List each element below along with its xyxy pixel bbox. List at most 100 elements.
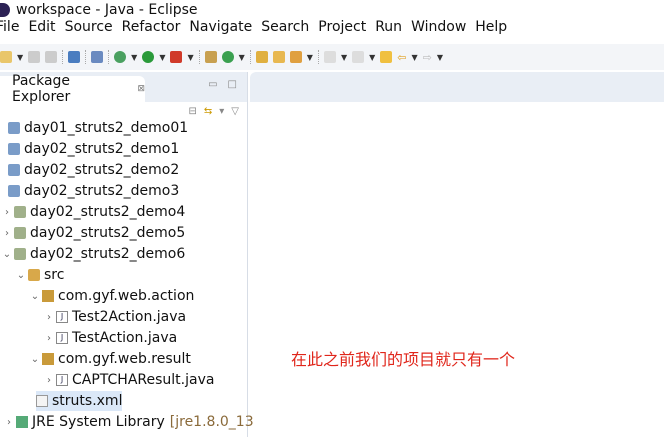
tree-item[interactable]: › day02_struts2_demo4 (0, 202, 185, 222)
search-pen-icon[interactable] (289, 51, 302, 63)
expand-arrow-icon[interactable]: › (2, 417, 16, 428)
new-package-icon[interactable] (204, 51, 217, 63)
back-arrow-icon[interactable]: ⇦ (397, 51, 406, 64)
expand-arrow-icon[interactable]: › (0, 207, 14, 218)
package-icon (42, 353, 54, 365)
tree-item[interactable]: day01_struts2_demo01 (8, 118, 188, 138)
collapse-all-icon[interactable]: ⊟ (188, 106, 196, 117)
tree-item[interactable]: ⌄ com.gyf.web.result (28, 349, 191, 369)
open-type-icon[interactable] (255, 51, 268, 63)
dropdown-icon[interactable]: ▼ (187, 53, 193, 62)
tree-item[interactable]: › JRE System Library [jre1.8.0_13 (2, 412, 254, 432)
tree-item-label: CAPTCHAResult.java (72, 372, 215, 388)
project-icon (8, 143, 20, 155)
project-icon (8, 164, 20, 176)
menu-project[interactable]: Project (318, 19, 366, 41)
tree-item-label: com.gyf.web.action (58, 288, 195, 304)
new-icon[interactable] (0, 51, 12, 63)
separator (62, 50, 64, 64)
java-file-icon: J (56, 311, 68, 323)
collapse-arrow-icon[interactable]: ⌄ (28, 291, 42, 302)
package-icon (42, 290, 54, 302)
panel-title: Package Explorer (12, 73, 71, 105)
tree-item-label: day01_struts2_demo01 (24, 120, 189, 136)
menu-file[interactable]: File (0, 19, 19, 41)
tree-item[interactable]: ⌄ src (14, 265, 65, 285)
save-icon[interactable] (28, 51, 41, 63)
web-project-icon (14, 227, 26, 239)
expand-arrow-icon[interactable]: › (0, 228, 14, 239)
dropdown-icon[interactable]: ▼ (17, 53, 23, 62)
toolbar: ▼ ▼ ▼ ▼ ▼ ▼ ▼ ▼ ⇦ ▼ ⇨ ▼ (0, 44, 664, 70)
project-icon (8, 185, 20, 197)
tab-package-explorer[interactable]: Package Explorer ⊠ (0, 73, 145, 105)
dropdown-icon[interactable]: ▼ (159, 53, 165, 62)
menu-search[interactable]: Search (261, 19, 309, 41)
tree-item[interactable]: ⌄ com.gyf.web.action (28, 286, 195, 306)
collapse-arrow-icon[interactable]: ⌄ (14, 270, 28, 281)
menu-navigate[interactable]: Navigate (189, 19, 252, 41)
tree-item[interactable]: ⌄ day02_struts2_demo6 (0, 244, 185, 264)
dropdown-icon[interactable]: ▼ (411, 53, 417, 62)
tree-item[interactable]: day02_struts2_demo1 (8, 139, 179, 159)
editor-area (250, 72, 664, 437)
tree-item[interactable]: › day02_struts2_demo5 (0, 223, 185, 243)
dropdown-icon[interactable]: ▼ (239, 53, 245, 62)
dropdown-icon[interactable]: ▼ (437, 53, 443, 62)
minimize-icon[interactable]: ▭ (208, 79, 217, 90)
collapse-arrow-icon[interactable]: ⌄ (28, 354, 42, 365)
dropdown-icon[interactable]: ▼ (131, 53, 137, 62)
link-editor-icon[interactable]: ⇆ (204, 106, 212, 117)
library-icon (16, 416, 28, 428)
menu-edit[interactable]: Edit (28, 19, 55, 41)
xml-file-icon (36, 395, 48, 407)
debug-icon[interactable] (114, 51, 127, 63)
menu-window[interactable]: Window (411, 19, 466, 41)
dropdown-icon[interactable]: ▼ (369, 53, 375, 62)
tree-item[interactable]: › J Test2Action.java (42, 307, 186, 327)
menu-run[interactable]: Run (375, 19, 402, 41)
dropdown-icon[interactable]: ▼ (307, 53, 313, 62)
close-icon[interactable]: ⊠ (137, 84, 145, 94)
tree-item-label: day02_struts2_demo1 (24, 141, 180, 157)
external-tools-icon[interactable] (170, 51, 183, 63)
expand-arrow-icon[interactable]: › (42, 333, 56, 344)
tree-item-label: src (44, 267, 65, 283)
maximize-icon[interactable]: □ (228, 79, 237, 90)
project-icon (8, 122, 20, 134)
window-title: workspace - Java - Eclipse (16, 2, 198, 18)
tree-item-label: day02_struts2_demo3 (24, 183, 180, 199)
tree-item[interactable]: day02_struts2_demo2 (8, 160, 179, 180)
dropdown-icon[interactable]: ▼ (341, 53, 347, 62)
separator (85, 50, 87, 64)
tree-item[interactable]: day02_struts2_demo3 (8, 181, 179, 201)
menu-refactor[interactable]: Refactor (122, 19, 181, 41)
expand-arrow-icon[interactable]: › (42, 312, 56, 323)
menu-help[interactable]: Help (475, 19, 507, 41)
view-menu-icon[interactable]: ▽ (231, 106, 239, 117)
new-class-icon[interactable] (221, 51, 234, 63)
menu-source[interactable]: Source (65, 19, 113, 41)
tree-item-label: struts.xml (52, 393, 123, 409)
separator (198, 50, 200, 64)
save-all-icon[interactable] (45, 51, 58, 63)
last-edit-icon[interactable] (380, 51, 393, 63)
terminal-icon[interactable] (68, 51, 81, 63)
web-project-icon (14, 206, 26, 218)
title-bar: workspace - Java - Eclipse (0, 0, 198, 20)
skip-breakpoints-icon[interactable] (91, 51, 104, 63)
collapse-arrow-icon[interactable]: ⌄ (0, 249, 14, 260)
tree-item[interactable]: › J TestAction.java (42, 328, 177, 348)
open-folder-icon[interactable] (272, 51, 285, 63)
java-file-icon: J (56, 332, 68, 344)
filter-icon[interactable]: ▾ (219, 106, 224, 117)
forward-arrow-icon[interactable]: ⇨ (423, 51, 432, 64)
tree-item[interactable]: struts.xml (36, 391, 123, 411)
run-icon[interactable] (142, 51, 155, 63)
tree-item-label: Test2Action.java (72, 309, 187, 325)
previous-annotation-icon[interactable] (352, 51, 365, 63)
tree-item[interactable]: › J CAPTCHAResult.java (42, 370, 214, 390)
expand-arrow-icon[interactable]: › (42, 375, 56, 386)
next-annotation-icon[interactable] (323, 51, 336, 63)
tree-item-label: com.gyf.web.result (58, 351, 191, 367)
